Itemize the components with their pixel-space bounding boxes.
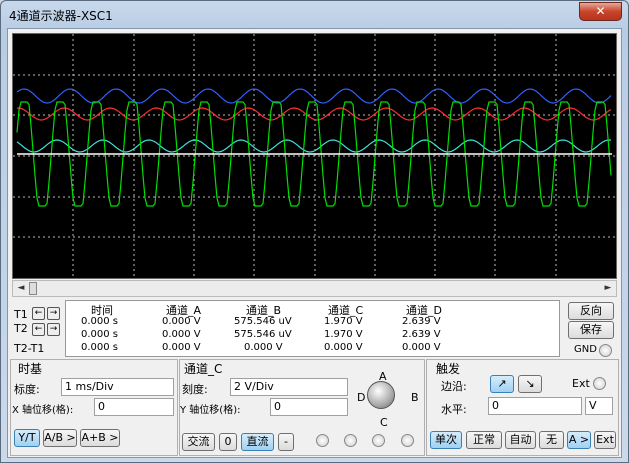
readout-cell: 0.000 V — [162, 329, 201, 340]
title-bar: 4通道示波器-XSC1 ✕ — [1, 1, 628, 29]
readout-cell: 575.546 uV — [234, 316, 292, 327]
scroll-left-icon[interactable]: ◄ — [13, 281, 29, 296]
timebase-scale-field[interactable]: 1 ms/Div — [61, 378, 174, 396]
scroll-right-icon[interactable]: ► — [600, 281, 616, 296]
gnd-radio[interactable] — [599, 344, 612, 357]
single-trigger-button[interactable]: 单次 — [430, 431, 462, 449]
none-trigger-button[interactable]: 无 — [539, 431, 564, 449]
t1-right-button[interactable]: → — [47, 307, 60, 320]
reverse-button[interactable]: 反向 — [568, 302, 614, 320]
zero-coupling-button[interactable]: 0 — [219, 433, 237, 451]
readout-cell: 0.000 s — [81, 329, 119, 340]
trigger-level-label: 水平: — [441, 403, 467, 416]
falling-edge-button[interactable]: ↘ — [518, 375, 542, 393]
readout-cell: 0.000 V — [402, 342, 441, 353]
knob-label-c: C — [380, 416, 388, 429]
scope-screen — [12, 33, 617, 279]
readout-cell: 575.546 uV — [234, 329, 292, 340]
scroll-thumb[interactable] — [29, 282, 37, 295]
trigger-ext-button[interactable]: Ext — [594, 431, 616, 449]
t1-left-button[interactable]: ← — [32, 307, 45, 320]
scope-traces — [13, 34, 616, 278]
channel-radio-2[interactable] — [344, 434, 357, 447]
readout-cell: 2.639 V — [402, 316, 441, 327]
cursor-t2-label: T2 — [14, 322, 28, 335]
normal-trigger-button[interactable]: 正常 — [466, 431, 502, 449]
a-plus-b-mode-button[interactable]: A+B > — [80, 429, 120, 447]
timebase-scale-label: 标度: — [14, 383, 40, 396]
readout-cell: 2.639 V — [402, 329, 441, 340]
oscilloscope-window: 4通道示波器-XSC1 ✕ ◄ ► T1 ← → T2 ← → T2-T1 时间… — [0, 0, 629, 463]
timebase-title: 时基 — [18, 362, 43, 376]
invert-channel-button[interactable]: - — [278, 433, 294, 451]
readout-cell: 0.000 V — [324, 342, 363, 353]
auto-trigger-button[interactable]: 自动 — [505, 431, 536, 449]
trigger-level-field[interactable]: 0 — [488, 397, 582, 415]
knob-label-d: D — [357, 391, 366, 404]
close-button[interactable]: ✕ — [579, 2, 622, 21]
readout-cell: 1.970 V — [324, 316, 363, 327]
trace-channel-b-cyan — [16, 139, 612, 153]
channel-radio-3[interactable] — [372, 434, 385, 447]
readout-cell: 0.000 V — [244, 342, 283, 353]
cursor-controls: T1 ← → T2 ← → T2-T1 — [12, 301, 64, 357]
readout-cell: 1.970 V — [324, 329, 363, 340]
client-area: ◄ ► T1 ← → T2 ← → T2-T1 时间 通道_A 通道_B 通道_… — [7, 28, 622, 458]
trigger-level-unit: V — [585, 397, 613, 415]
readout-cell: 0.000 s — [81, 342, 119, 353]
channel-scale-label: 刻度: — [182, 383, 208, 396]
channel-radio-1[interactable] — [316, 434, 329, 447]
readout-cell: 0.000 V — [162, 316, 201, 327]
trigger-title: 触发 — [436, 362, 461, 376]
rising-edge-button[interactable]: ↗ — [490, 375, 514, 393]
t2-left-button[interactable]: ← — [32, 323, 45, 336]
channel-scale-field[interactable]: 2 V/Div — [230, 378, 348, 396]
y-position-label: Y 轴位移(格): — [180, 405, 241, 416]
trigger-edge-label: 边沿: — [441, 380, 467, 393]
cursor-diff-label: T2-T1 — [14, 342, 45, 355]
t2-right-button[interactable]: → — [47, 323, 60, 336]
window-title: 4通道示波器-XSC1 — [9, 9, 113, 23]
knob-label-b: B — [411, 391, 419, 404]
scope-grid — [13, 34, 616, 278]
save-button[interactable]: 保存 — [568, 321, 614, 339]
channel-selector-knob[interactable] — [367, 381, 395, 409]
x-position-field[interactable]: 0 — [94, 398, 174, 416]
gnd-label: GND — [574, 344, 597, 355]
ab-mode-button[interactable]: A/B > — [43, 429, 77, 447]
yt-mode-button[interactable]: Y/T — [14, 429, 40, 447]
channel-title: 通道_C — [184, 362, 223, 376]
readout-cell: 0.000 s — [81, 316, 119, 327]
cursor-t1-label: T1 — [14, 308, 28, 321]
trigger-source-a-button[interactable]: A > — [567, 431, 591, 449]
dc-coupling-button[interactable]: 直流 — [241, 433, 274, 451]
ext-label: Ext — [572, 377, 590, 390]
trace-channel-d — [16, 88, 612, 104]
horizontal-scrollbar[interactable]: ◄ ► — [12, 280, 617, 297]
ac-coupling-button[interactable]: 交流 — [182, 433, 215, 451]
readout-cell: 0.000 V — [162, 342, 201, 353]
x-position-label: X 轴位移(格): — [12, 405, 74, 416]
channel-radio-4[interactable] — [401, 434, 414, 447]
measurement-readout: 时间 通道_A 通道_B 通道_C 通道_D 0.000 s 0.000 V 5… — [65, 300, 560, 357]
ext-radio[interactable] — [593, 377, 606, 390]
y-position-field[interactable]: 0 — [270, 398, 348, 416]
